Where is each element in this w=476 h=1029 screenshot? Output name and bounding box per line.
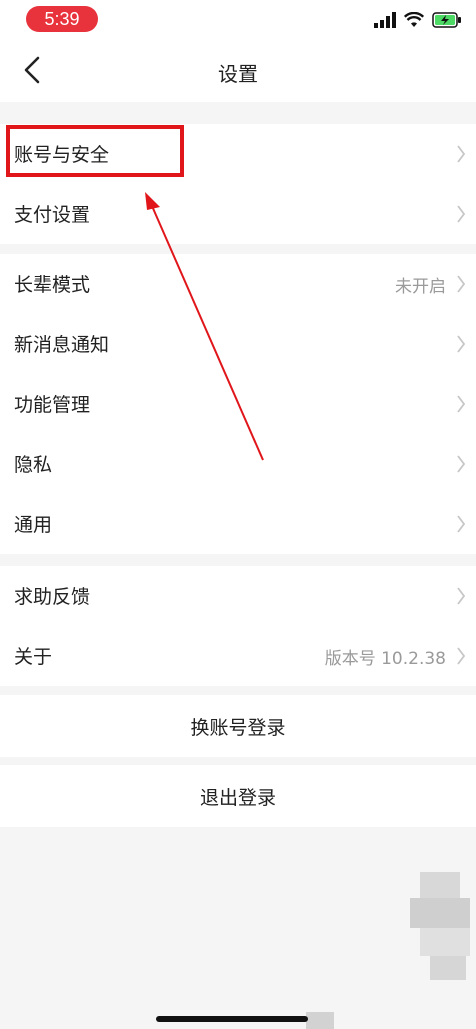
annotation-arrow	[145, 192, 264, 461]
home-indicator[interactable]	[156, 1016, 308, 1022]
